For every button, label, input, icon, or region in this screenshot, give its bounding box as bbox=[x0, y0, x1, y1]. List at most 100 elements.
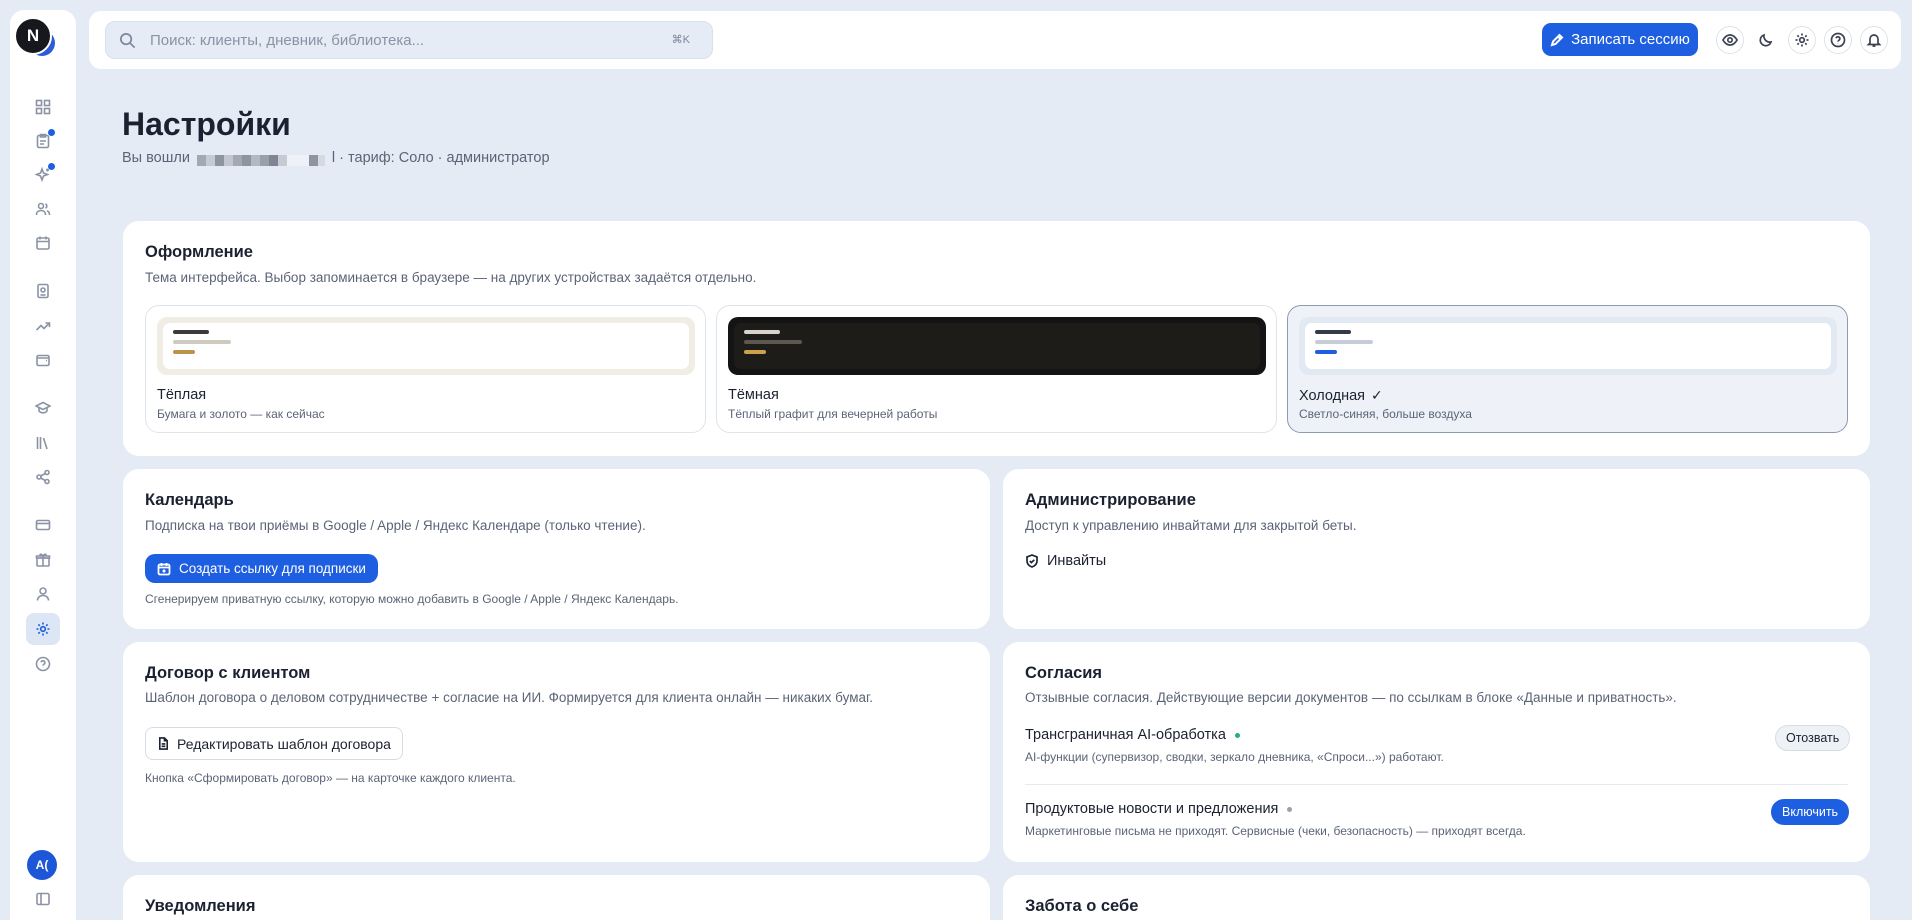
admin-card: Администрирование Доступ к управлению ин… bbox=[1003, 469, 1870, 629]
shield-check-icon bbox=[1026, 554, 1038, 568]
consent-item-description: AI-функции (супервизор, сводки, зеркало … bbox=[1025, 750, 1444, 764]
eye-icon bbox=[1722, 34, 1738, 46]
consents-description: Отзывные согласия. Действующие версии до… bbox=[1025, 690, 1677, 705]
record-session-button[interactable]: Записать сессию bbox=[1542, 23, 1698, 56]
brand-logo[interactable]: N bbox=[14, 17, 55, 57]
theme-preview bbox=[157, 317, 695, 375]
theme-toggle-button[interactable] bbox=[1752, 26, 1780, 54]
contract-description: Шаблон договора о деловом сотрудничестве… bbox=[145, 690, 874, 705]
subtitle-suffix: l · тариф: Соло · администратор bbox=[331, 150, 550, 166]
search-input[interactable] bbox=[150, 29, 650, 51]
appearance-title: Оформление bbox=[145, 243, 253, 261]
contract-card: Договор с клиентом Шаблон договора о дел… bbox=[123, 642, 990, 862]
theme-description: Бумага и золото — как сейчас bbox=[157, 407, 325, 421]
subtitle-prefix: Вы вошли bbox=[122, 150, 190, 166]
sidebar-item-library[interactable] bbox=[26, 427, 60, 459]
sidebar-item-share[interactable] bbox=[26, 461, 60, 493]
page-title: Настройки bbox=[122, 106, 291, 142]
calendar-card: Календарь Подписка на твои приёмы в Goog… bbox=[123, 469, 990, 629]
moon-icon bbox=[1759, 33, 1773, 47]
graduation-icon bbox=[35, 401, 51, 414]
sidebar-item-clients[interactable] bbox=[26, 193, 60, 225]
revoke-consent-button[interactable]: Отозвать bbox=[1775, 725, 1851, 751]
gear-icon bbox=[1795, 33, 1809, 47]
check-icon: ✓ bbox=[1371, 387, 1383, 403]
bell-icon bbox=[1866, 34, 1882, 47]
status-dot-inactive bbox=[1287, 806, 1293, 812]
sidebar: N A( bbox=[10, 10, 76, 920]
status-dot-active bbox=[1234, 732, 1240, 738]
calendar-icon bbox=[36, 236, 50, 250]
sidebar-item-learning[interactable] bbox=[26, 392, 60, 424]
help-button[interactable] bbox=[1824, 26, 1852, 54]
dashboard-icon bbox=[35, 99, 51, 115]
appearance-description: Тема интерфейса. Выбор запоминается в бр… bbox=[145, 270, 757, 285]
gear-icon bbox=[36, 622, 50, 636]
contract-title: Договор с клиентом bbox=[145, 664, 311, 682]
notifications-card: Уведомления bbox=[123, 875, 990, 920]
calendar-title: Календарь bbox=[145, 491, 234, 509]
theme-name: Тёплая bbox=[157, 387, 207, 403]
sidebar-collapse-button[interactable] bbox=[26, 883, 60, 915]
logo-letter: N bbox=[14, 17, 52, 55]
sidebar-item-dashboard[interactable] bbox=[26, 91, 60, 123]
search-box[interactable]: ⌘K bbox=[105, 21, 713, 59]
theme-description: Светло-синяя, больше воздуха bbox=[1299, 407, 1472, 421]
trending-icon bbox=[35, 322, 51, 331]
consent-item-title: Продуктовые новости и предложения bbox=[1025, 801, 1293, 817]
user-icon bbox=[36, 587, 50, 601]
topbar: ⌘K Записать сессию bbox=[89, 11, 1901, 69]
settings-button[interactable] bbox=[1788, 26, 1816, 54]
notification-dot bbox=[48, 163, 55, 170]
edit-contract-template-button[interactable]: Редактировать шаблон договора bbox=[145, 727, 403, 760]
consent-item-description: Маркетинговые письма не приходят. Сервис… bbox=[1025, 824, 1526, 838]
sidebar-item-settings[interactable] bbox=[26, 613, 60, 645]
enable-consent-button[interactable]: Включить bbox=[1771, 799, 1850, 825]
consents-title: Согласия bbox=[1025, 664, 1103, 682]
sidebar-item-journal[interactable] bbox=[26, 125, 60, 157]
file-icon bbox=[158, 737, 169, 750]
theme-option-dark[interactable]: Тёмная Тёплый графит для вечерней работы bbox=[716, 305, 1277, 433]
theme-option-warm[interactable]: Тёплая Бумага и золото — как сейчас bbox=[145, 305, 706, 433]
sidebar-item-finance[interactable] bbox=[26, 344, 60, 376]
sidebar-item-gifts[interactable] bbox=[26, 544, 60, 576]
sidebar-item-help[interactable] bbox=[26, 648, 60, 680]
notification-dot bbox=[48, 129, 55, 136]
admin-description: Доступ к управлению инвайтами для закрыт… bbox=[1025, 518, 1357, 533]
gift-icon bbox=[35, 553, 51, 567]
notifications-button[interactable] bbox=[1860, 26, 1888, 54]
share-icon bbox=[36, 469, 50, 485]
sidebar-item-analytics[interactable] bbox=[26, 310, 60, 342]
sidebar-item-documents[interactable] bbox=[26, 275, 60, 307]
calendar-plus-icon bbox=[157, 562, 171, 575]
theme-name: Холодная ✓ bbox=[1299, 387, 1383, 404]
admin-title: Администрирование bbox=[1025, 491, 1196, 509]
preview-button[interactable] bbox=[1716, 26, 1744, 54]
theme-description: Тёплый графит для вечерней работы bbox=[728, 407, 938, 421]
divider bbox=[1025, 784, 1848, 785]
invites-link[interactable]: Инвайты bbox=[1025, 553, 1106, 569]
selfcare-card: Забота о себе bbox=[1003, 875, 1870, 920]
calendar-description: Подписка на твои приёмы в Google / Apple… bbox=[145, 518, 646, 533]
create-subscription-link-button[interactable]: Создать ссылку для подписки bbox=[145, 554, 378, 583]
contract-hint: Кнопка «Сформировать договор» — на карто… bbox=[145, 771, 516, 785]
avatar[interactable]: A( bbox=[27, 850, 57, 880]
selfcare-title: Забота о себе bbox=[1025, 897, 1139, 915]
pencil-icon bbox=[1550, 33, 1564, 46]
wallet-icon bbox=[36, 354, 50, 367]
sidebar-item-ai[interactable] bbox=[26, 159, 60, 191]
theme-option-cool[interactable]: Холодная ✓ Светло-синяя, больше воздуха bbox=[1287, 305, 1848, 433]
search-icon bbox=[119, 32, 136, 54]
sidebar-item-calendar[interactable] bbox=[26, 227, 60, 259]
help-icon bbox=[1830, 32, 1846, 48]
appearance-card: Оформление Тема интерфейса. Выбор запоми… bbox=[123, 221, 1870, 456]
help-icon bbox=[35, 656, 51, 672]
search-shortcut: ⌘K bbox=[671, 34, 690, 46]
sidebar-item-billing[interactable] bbox=[26, 509, 60, 541]
sidebar-item-profile[interactable] bbox=[26, 578, 60, 610]
sidebar-toggle-icon bbox=[36, 892, 50, 906]
calendar-hint: Сгенерируем приватную ссылку, которую мо… bbox=[145, 592, 679, 606]
notifications-title: Уведомления bbox=[145, 897, 256, 915]
theme-name: Тёмная bbox=[728, 387, 779, 403]
card-icon bbox=[35, 519, 51, 531]
